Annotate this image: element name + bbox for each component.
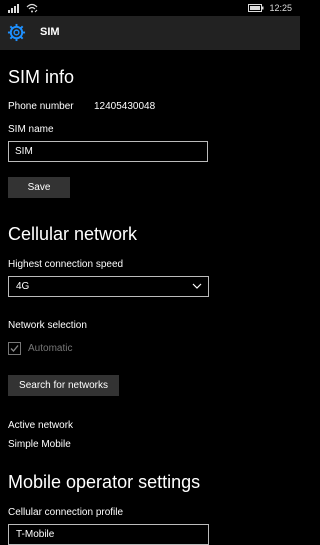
active-network-value: Simple Mobile <box>8 439 71 450</box>
automatic-checkbox[interactable] <box>8 342 21 355</box>
profile-value: T-Mobile <box>16 529 55 540</box>
connection-speed-dropdown[interactable]: 4G <box>8 276 209 297</box>
status-bar: 12:25 <box>0 0 300 16</box>
sim-name-label: SIM name <box>8 124 54 135</box>
connection-speed-value: 4G <box>16 281 30 292</box>
sim-name-field[interactable]: SIM <box>8 141 208 162</box>
battery-icon <box>248 4 264 12</box>
page-title: SIM <box>40 26 60 38</box>
clock: 12:25 <box>269 3 292 13</box>
checkmark-icon <box>10 345 19 352</box>
save-button[interactable]: Save <box>8 177 70 198</box>
profile-dropdown[interactable]: T-Mobile <box>8 524 209 545</box>
app-header: SIM <box>0 16 300 50</box>
sim-info-heading: SIM info <box>8 67 75 87</box>
phone-number-label: Phone number <box>8 101 74 112</box>
gear-icon[interactable] <box>7 23 26 42</box>
operator-settings-heading: Mobile operator settings <box>8 472 201 492</box>
automatic-label: Automatic <box>28 343 73 354</box>
chevron-down-icon <box>192 283 202 289</box>
speed-label: Highest connection speed <box>8 259 124 270</box>
phone-number-value: 12405430048 <box>94 101 156 112</box>
active-network-label: Active network <box>8 420 74 431</box>
wifi-icon <box>26 3 38 13</box>
cellular-network-heading: Cellular network <box>8 224 138 244</box>
signal-icon <box>8 4 19 13</box>
profile-label: Cellular connection profile <box>8 507 124 518</box>
search-networks-button[interactable]: Search for networks <box>8 375 119 396</box>
network-selection-label: Network selection <box>8 320 87 331</box>
